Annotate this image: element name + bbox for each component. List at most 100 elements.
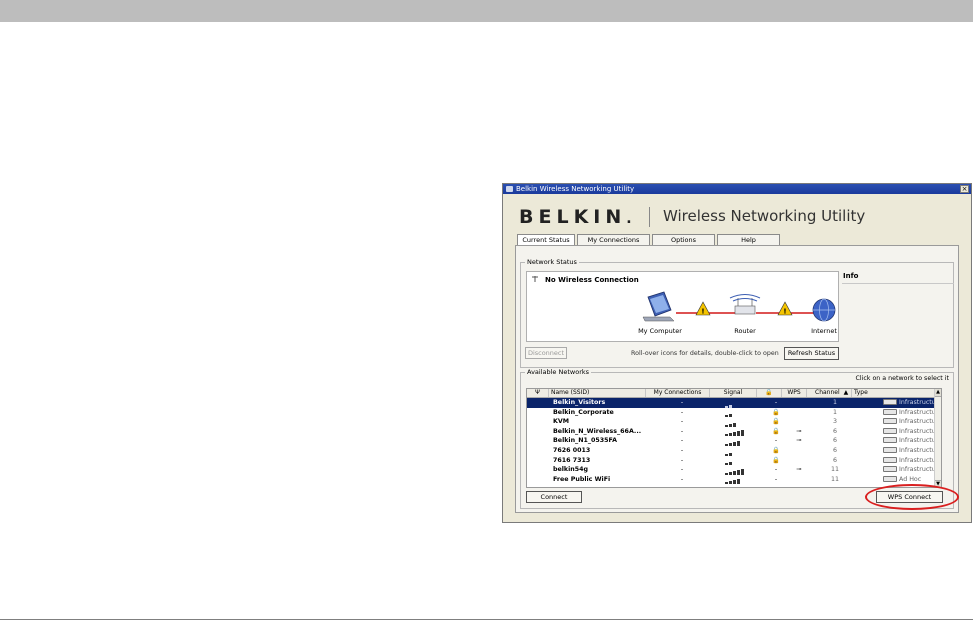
- table-row[interactable]: Belkin_N1_0535FA - - ⊸ 6 Infrastructure: [527, 436, 941, 446]
- connection-status: -: [680, 427, 684, 435]
- signal-icon: [532, 276, 538, 282]
- page-footer-line: [0, 619, 973, 620]
- channel-number: 11: [830, 466, 839, 474]
- connect-button[interactable]: Connect: [526, 491, 582, 503]
- table-header: Ψ Name (SSID) My Connections Signal 🔒 WP…: [527, 389, 941, 398]
- security-lock: 🔒: [772, 408, 780, 416]
- window-title: Belkin Wireless Networking Utility: [516, 185, 635, 193]
- tab-help[interactable]: Help: [717, 234, 780, 245]
- network-name: KVM: [553, 418, 570, 426]
- rollover-hint: Roll-over icons for details, double-clic…: [631, 350, 779, 357]
- wps-key-icon: [793, 446, 805, 456]
- wps-key-icon: [793, 417, 805, 427]
- network-name: Free Public WiFi: [553, 475, 611, 483]
- channel-number: 6: [832, 456, 837, 464]
- column-type[interactable]: Type: [852, 389, 937, 397]
- table-row[interactable]: belkin54g - - ⊸ 11 Infrastructure: [527, 465, 941, 475]
- router-icon[interactable]: [729, 294, 761, 315]
- signal-strength-icon: [725, 417, 755, 427]
- connection-status: -: [680, 418, 684, 426]
- network-type: Infrastructure: [883, 398, 941, 408]
- refresh-status-button[interactable]: Refresh Status: [784, 347, 839, 360]
- network-type-icon: [883, 418, 897, 425]
- network-type-icon: [883, 447, 897, 453]
- signal-strength-icon: [725, 465, 755, 475]
- table-row[interactable]: Belkin_Corporate - 🔒 1 Infrastructure: [527, 408, 941, 418]
- info-heading: Info: [843, 272, 859, 280]
- column-signal-type[interactable]: Ψ: [527, 389, 549, 397]
- column-wps[interactable]: WPS: [782, 389, 807, 397]
- wps-key-icon: [793, 475, 805, 485]
- channel-number: 6: [832, 427, 837, 435]
- network-type: Infrastructure: [883, 446, 941, 456]
- tab-options[interactable]: Options: [652, 234, 715, 245]
- wps-key-icon: [793, 408, 805, 418]
- app-icon: [506, 186, 513, 192]
- network-name: Belkin_Corporate: [553, 408, 614, 416]
- network-type: Ad Hoc: [883, 475, 941, 485]
- sort-ascending-icon: ▲: [843, 389, 849, 396]
- network-type-icon: [883, 475, 897, 482]
- internet-label: Internet: [811, 327, 837, 335]
- security-lock: 🔒: [772, 418, 780, 426]
- connection-status: -: [680, 456, 684, 464]
- table-row[interactable]: 7616 7313 - 🔒 6 Infrastructure: [527, 456, 941, 466]
- networks-table: Ψ Name (SSID) My Connections Signal 🔒 WP…: [526, 388, 942, 488]
- network-type: Infrastructure: [883, 408, 941, 418]
- antenna-icon: Ψ: [535, 389, 540, 396]
- page-header-bar: [0, 0, 973, 22]
- lock-icon: 🔒: [765, 389, 773, 396]
- table-row[interactable]: Belkin_N_Wireless_66A... - 🔒 ⊸ 6 Infrastructu…: [527, 427, 941, 437]
- table-scrollbar[interactable]: ▲ ▼: [934, 389, 941, 487]
- security-lock: -: [774, 437, 778, 445]
- computer-label: My Computer: [638, 327, 682, 335]
- network-type-icon: [883, 437, 897, 444]
- network-status-diagram: No Wireless Connection ! ! My Computer R…: [526, 271, 839, 342]
- signal-strength-icon: [725, 408, 755, 418]
- wps-key-icon: [793, 456, 805, 466]
- table-row[interactable]: KVM - 🔒 3 Infrastructure: [527, 417, 941, 427]
- security-lock: 🔒: [772, 447, 780, 454]
- computer-icon[interactable]: [642, 291, 675, 322]
- column-security[interactable]: 🔒: [757, 389, 782, 397]
- channel-number: 3: [832, 418, 837, 426]
- column-channel[interactable]: Channel ▲: [807, 389, 852, 397]
- table-row[interactable]: Free Public WiFi - - 11 Ad Hoc: [527, 475, 941, 485]
- connection-status: -: [680, 475, 684, 483]
- signal-strength-icon: [725, 398, 755, 408]
- channel-number: 11: [830, 475, 839, 483]
- signal-strength-icon: [725, 436, 755, 446]
- table-row[interactable]: Belkin_Visitors - - 1 Infrastructure: [527, 398, 941, 408]
- network-type-icon: [883, 427, 897, 434]
- table-row[interactable]: 7626 0013 - 🔒 6 Infrastructure: [527, 446, 941, 456]
- brand-divider: [649, 207, 650, 227]
- column-my-connections[interactable]: My Connections: [646, 389, 710, 397]
- window-titlebar: Belkin Wireless Networking Utility ×: [503, 184, 971, 194]
- network-name: 7616 7313: [553, 456, 591, 464]
- network-type-icon: [883, 399, 897, 405]
- network-status-group: Network Status No Wireless Connection ! …: [520, 258, 954, 368]
- network-type: Infrastructure: [883, 465, 941, 475]
- close-icon[interactable]: ×: [960, 185, 969, 193]
- scroll-up-icon[interactable]: ▲: [935, 389, 941, 397]
- tab-my-connections[interactable]: My Connections: [577, 234, 650, 245]
- wps-key-icon: ⊸: [796, 437, 802, 445]
- network-type: Infrastructure: [883, 417, 941, 427]
- channel-number: 6: [832, 447, 837, 454]
- warning-icon[interactable]: !: [777, 301, 793, 316]
- security-lock: 🔒: [772, 456, 780, 464]
- belkin-logo: BELKIN.: [519, 206, 637, 228]
- column-name[interactable]: Name (SSID): [549, 389, 646, 397]
- wps-key-icon: [793, 398, 805, 408]
- network-type-icon: [883, 466, 897, 473]
- available-networks-label: Available Networks: [525, 368, 592, 376]
- warning-icon[interactable]: !: [695, 301, 711, 316]
- disconnect-button[interactable]: Disconnect: [525, 347, 567, 359]
- globe-icon[interactable]: [812, 298, 836, 322]
- connection-status-text: No Wireless Connection: [545, 276, 639, 284]
- belkin-utility-window: Belkin Wireless Networking Utility × BEL…: [502, 183, 972, 523]
- column-signal[interactable]: Signal: [710, 389, 757, 397]
- channel-number: 1: [832, 408, 837, 416]
- svg-text:!: !: [701, 308, 704, 316]
- network-name: Belkin_N_Wireless_66A...: [553, 427, 642, 435]
